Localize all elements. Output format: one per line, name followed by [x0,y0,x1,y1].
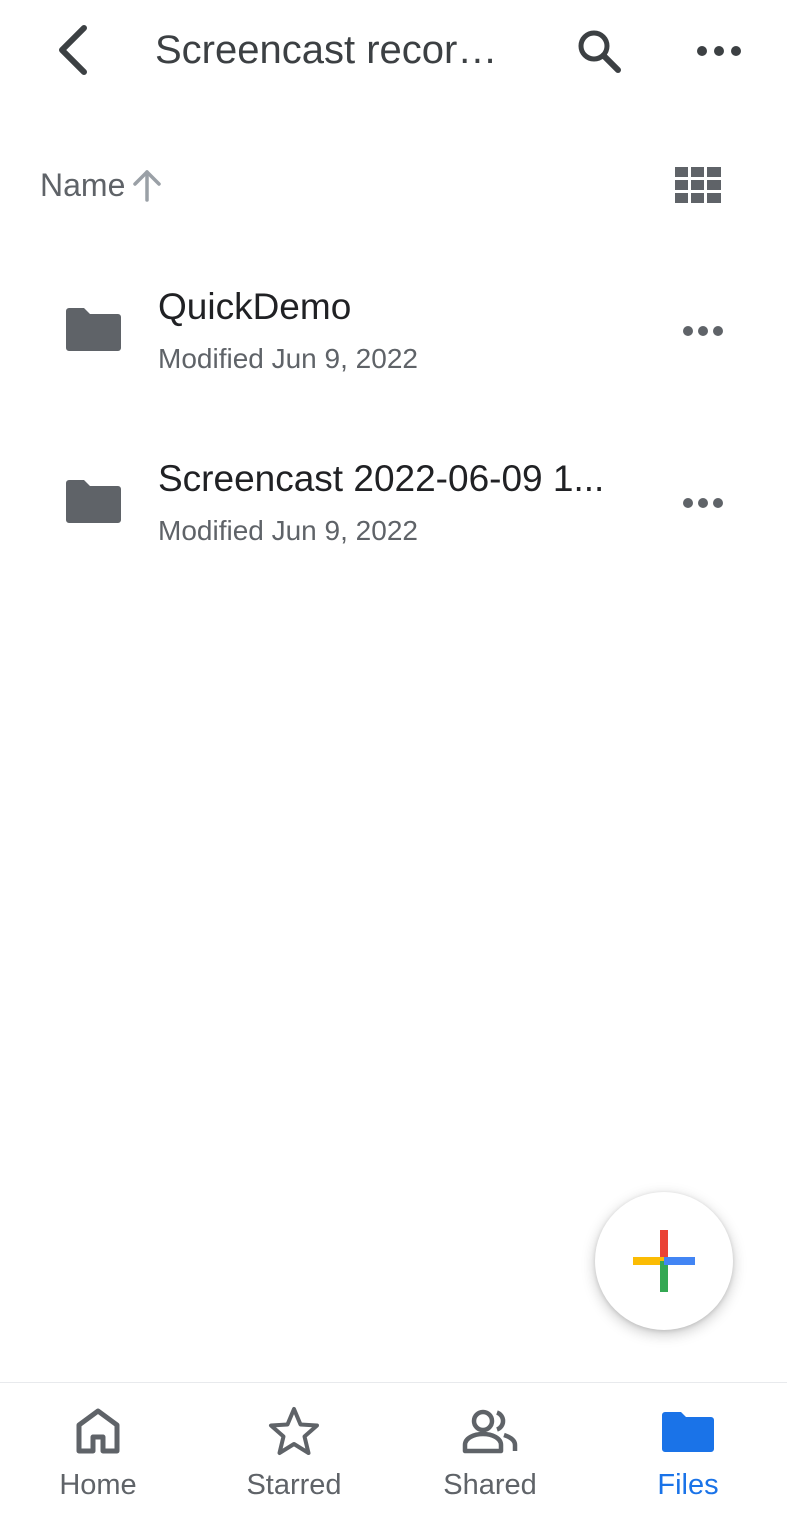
arrow-up-icon [131,168,163,202]
top-bar: Screencast recor… [0,0,787,100]
sort-by-name-button[interactable]: Name [40,162,163,208]
folder-icon [662,1412,714,1452]
file-list: QuickDemo Modified Jun 9, 2022 Screencas… [0,250,787,594]
nav-label-home: Home [59,1469,137,1501]
sort-bar: Name [0,150,787,220]
grid-view-icon [675,167,721,203]
file-name: QuickDemo [158,286,352,327]
more-horizontal-icon [697,46,741,56]
nav-label-shared: Shared [443,1469,537,1501]
file-modified-date: Modified Jun 9, 2022 [158,515,418,546]
chevron-left-icon [59,25,87,75]
sort-label: Name [40,166,126,203]
page-title: Screencast recor… [155,28,498,72]
search-icon [578,30,621,73]
nav-home[interactable]: Home [0,1383,196,1536]
more-horizontal-icon [683,498,723,508]
back-button[interactable] [42,20,102,80]
nav-shared[interactable]: Shared [392,1383,588,1536]
new-item-fab[interactable] [595,1192,733,1330]
star-icon [269,1407,319,1455]
file-modified-date: Modified Jun 9, 2022 [158,343,418,374]
folder-icon [66,480,121,523]
nav-files[interactable]: Files [590,1383,786,1536]
more-options-button[interactable] [688,20,750,82]
file-name: Screencast 2022-06-09 1... [158,458,605,499]
people-icon [462,1409,518,1454]
plus-icon [633,1230,695,1292]
search-button[interactable] [568,20,630,82]
bottom-navigation: Home Starred Shared Files [0,1382,787,1536]
file-row-quickdemo[interactable]: QuickDemo Modified Jun 9, 2022 [0,250,787,422]
app-root: Screencast recor… Name QuickDemo Modifie… [0,0,787,1536]
file-more-options-button[interactable] [672,472,734,534]
nav-label-starred: Starred [246,1469,342,1501]
grid-view-button[interactable] [670,160,726,210]
nav-label-files: Files [657,1469,719,1501]
file-row-screencast[interactable]: Screencast 2022-06-09 1... Modified Jun … [0,422,787,594]
home-icon [76,1408,120,1454]
file-more-options-button[interactable] [672,300,734,362]
folder-icon [66,308,121,351]
nav-starred[interactable]: Starred [196,1383,392,1536]
more-horizontal-icon [683,326,723,336]
